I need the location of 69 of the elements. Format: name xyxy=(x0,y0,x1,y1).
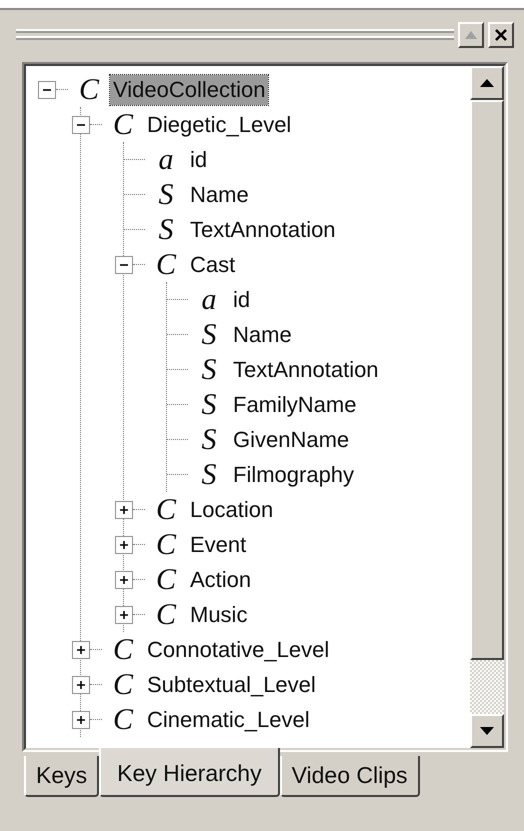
tree-item[interactable]: Name xyxy=(230,320,295,350)
type-glyph: a xyxy=(158,144,174,174)
type-glyph: S xyxy=(200,460,218,490)
tree-item[interactable]: Event xyxy=(187,530,250,560)
type-glyph: C xyxy=(154,250,178,280)
tree-item[interactable]: id xyxy=(187,144,210,174)
tree-item[interactable]: Filmography xyxy=(230,460,358,490)
tree-item[interactable]: Name xyxy=(187,180,252,210)
type-glyph: C xyxy=(154,564,178,594)
scroll-thumb[interactable] xyxy=(470,100,504,660)
plus-icon xyxy=(76,714,86,724)
plus-icon xyxy=(119,504,129,514)
type-glyph: a xyxy=(200,284,218,314)
plus-icon xyxy=(76,680,86,690)
type-glyph: S xyxy=(158,180,174,210)
tree-item[interactable]: Location xyxy=(187,494,276,524)
type-glyph: S xyxy=(200,390,218,420)
type-glyph: C xyxy=(112,670,134,700)
collapse-toggle[interactable] xyxy=(38,80,56,98)
tab[interactable]: Key Hierarchy xyxy=(99,748,280,797)
tree-item[interactable]: GivenName xyxy=(230,424,352,454)
tree-item[interactable]: Cast xyxy=(187,250,238,280)
expand-toggle[interactable] xyxy=(72,640,90,658)
tree-item[interactable]: FamilyName xyxy=(230,390,360,420)
tree-item[interactable]: Subtextual_Level xyxy=(144,670,319,700)
tree-item[interactable]: Diegetic_Level xyxy=(144,110,294,140)
scroll-down-button[interactable] xyxy=(470,714,504,748)
plus-icon xyxy=(76,644,86,654)
type-glyph: C xyxy=(112,110,134,140)
tree-item[interactable]: Action xyxy=(187,564,254,594)
grip-drawing[interactable] xyxy=(16,28,454,42)
triangle-up-icon xyxy=(480,79,494,87)
close-button[interactable] xyxy=(488,22,514,48)
plus-icon xyxy=(119,540,129,550)
collapse-toggle[interactable] xyxy=(115,256,133,274)
tree-item[interactable]: Music xyxy=(187,600,250,630)
triangle-up-icon xyxy=(465,31,477,39)
type-glyph: C xyxy=(154,494,178,524)
expand-toggle[interactable] xyxy=(115,606,133,624)
tree-item[interactable]: Connotative_Level xyxy=(144,634,332,664)
type-glyph: S xyxy=(200,354,218,384)
scrollbar[interactable] xyxy=(470,66,504,748)
expand-toggle[interactable] xyxy=(115,570,133,588)
tree-item[interactable]: VideoCollection xyxy=(110,74,268,104)
expand-toggle[interactable] xyxy=(115,536,133,554)
tab[interactable]: Video Clips xyxy=(280,756,420,797)
type-glyph: C xyxy=(112,704,134,734)
tab[interactable]: Keys xyxy=(24,756,100,797)
triangle-down-icon xyxy=(480,727,494,735)
tree-item[interactable]: id xyxy=(230,284,254,314)
tree-item[interactable]: Cinematic_Level xyxy=(144,704,313,734)
plus-icon xyxy=(119,574,129,584)
scroll-up-button[interactable] xyxy=(470,66,504,100)
close-icon xyxy=(495,29,507,41)
type-glyph: S xyxy=(200,320,218,350)
type-glyph: S xyxy=(200,424,218,454)
maximize-button[interactable] xyxy=(458,22,484,48)
type-glyph: S xyxy=(158,214,174,244)
expand-toggle[interactable] xyxy=(115,500,133,518)
type-glyph: C xyxy=(112,634,134,664)
tree-item[interactable]: TextAnnotation xyxy=(230,354,382,384)
collapse-toggle[interactable] xyxy=(72,116,90,134)
plus-icon xyxy=(119,610,129,620)
type-glyph: C xyxy=(154,530,178,560)
tree-item[interactable]: TextAnnotation xyxy=(187,214,339,244)
type-glyph: C xyxy=(78,74,100,104)
type-glyph: C xyxy=(154,600,178,630)
expand-toggle[interactable] xyxy=(72,710,90,728)
expand-toggle[interactable] xyxy=(72,676,90,694)
